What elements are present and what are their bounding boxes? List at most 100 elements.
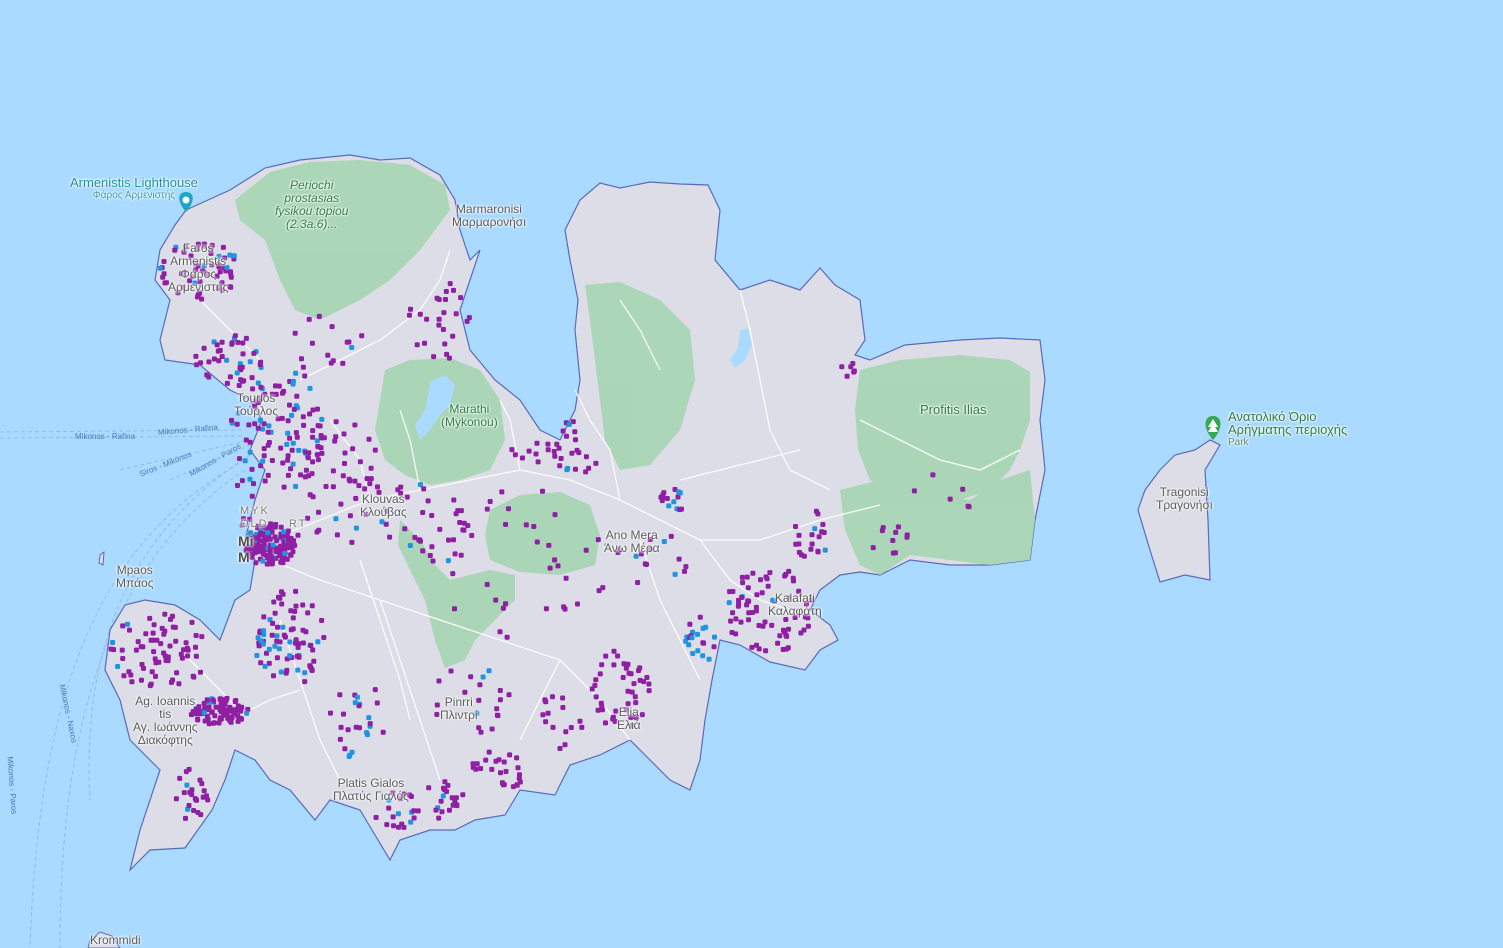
listing-marker[interactable] bbox=[740, 580, 746, 586]
listing-marker[interactable] bbox=[214, 342, 220, 348]
listing-marker[interactable] bbox=[683, 564, 689, 570]
listing-marker[interactable] bbox=[728, 618, 734, 624]
listing-marker[interactable] bbox=[311, 658, 317, 664]
listing-marker[interactable] bbox=[287, 435, 293, 441]
listing-marker[interactable] bbox=[232, 333, 238, 339]
listing-marker[interactable] bbox=[287, 402, 292, 408]
listing-marker-blue[interactable] bbox=[287, 653, 293, 659]
listing-marker[interactable] bbox=[402, 526, 408, 532]
listing-marker-blue[interactable] bbox=[666, 503, 672, 509]
listing-marker[interactable] bbox=[277, 639, 283, 645]
listing-marker[interactable] bbox=[323, 484, 329, 489]
listing-marker[interactable] bbox=[497, 688, 503, 693]
listing-marker[interactable] bbox=[341, 431, 347, 437]
listing-marker[interactable] bbox=[353, 496, 359, 501]
listing-marker-blue[interactable] bbox=[661, 539, 667, 544]
listing-marker[interactable] bbox=[357, 459, 363, 465]
listing-marker[interactable] bbox=[426, 785, 432, 791]
listing-marker-blue[interactable] bbox=[365, 732, 370, 738]
listing-marker[interactable] bbox=[620, 675, 626, 680]
listing-marker[interactable] bbox=[224, 380, 230, 386]
listing-marker[interactable] bbox=[494, 706, 500, 712]
listing-marker-blue[interactable] bbox=[125, 621, 130, 627]
listing-marker[interactable] bbox=[280, 591, 286, 597]
listing-marker[interactable] bbox=[424, 316, 430, 322]
listing-marker[interactable] bbox=[495, 713, 501, 719]
listing-marker[interactable] bbox=[302, 373, 308, 379]
listing-marker[interactable] bbox=[564, 433, 569, 439]
listing-marker[interactable] bbox=[443, 297, 448, 302]
listing-marker[interactable] bbox=[507, 752, 513, 758]
listing-marker-blue[interactable] bbox=[677, 490, 683, 496]
listing-marker[interactable] bbox=[417, 311, 423, 317]
listing-marker[interactable] bbox=[599, 662, 605, 668]
listing-marker[interactable] bbox=[451, 287, 456, 293]
listing-marker[interactable] bbox=[338, 501, 344, 507]
listing-marker-blue[interactable] bbox=[262, 663, 268, 669]
listing-marker[interactable] bbox=[453, 311, 459, 317]
listing-marker[interactable] bbox=[289, 538, 295, 544]
listing-marker-blue[interactable] bbox=[672, 571, 678, 577]
listing-marker[interactable] bbox=[193, 633, 199, 638]
marathi-label[interactable]: Marathi (Mykonou) bbox=[441, 403, 498, 429]
listing-marker[interactable] bbox=[493, 758, 499, 764]
listing-marker[interactable] bbox=[790, 575, 796, 581]
listing-marker[interactable] bbox=[478, 766, 484, 771]
listing-marker[interactable] bbox=[292, 543, 298, 548]
listing-marker[interactable] bbox=[368, 476, 374, 482]
listing-marker[interactable] bbox=[408, 306, 413, 312]
listing-marker[interactable] bbox=[262, 478, 268, 484]
listing-marker-blue[interactable] bbox=[244, 710, 250, 716]
listing-marker[interactable] bbox=[796, 532, 802, 538]
listing-marker[interactable] bbox=[229, 417, 234, 423]
listing-marker[interactable] bbox=[219, 339, 225, 345]
listing-marker-blue[interactable] bbox=[408, 819, 414, 825]
listing-marker-blue[interactable] bbox=[315, 639, 321, 645]
listing-marker-blue[interactable] bbox=[695, 648, 701, 654]
listing-marker[interactable] bbox=[819, 529, 825, 535]
listing-marker-blue[interactable] bbox=[319, 416, 325, 422]
listing-marker[interactable] bbox=[271, 599, 277, 605]
listing-marker[interactable] bbox=[162, 628, 168, 634]
listing-marker[interactable] bbox=[243, 335, 249, 341]
listing-marker[interactable] bbox=[150, 630, 156, 636]
listing-marker[interactable] bbox=[160, 274, 166, 280]
listing-marker[interactable] bbox=[141, 665, 146, 671]
platis-gialos-label[interactable]: Platis Gialos Πλατύς Γιαλός bbox=[333, 777, 409, 803]
listing-marker[interactable] bbox=[453, 795, 459, 801]
listing-marker[interactable] bbox=[334, 532, 340, 538]
listing-marker-blue[interactable] bbox=[272, 643, 278, 649]
listing-marker-blue[interactable] bbox=[564, 467, 570, 473]
listing-marker-blue[interactable] bbox=[284, 441, 290, 447]
listing-marker[interactable] bbox=[677, 507, 683, 513]
listing-marker[interactable] bbox=[309, 340, 315, 346]
listing-marker[interactable] bbox=[162, 611, 168, 617]
listing-marker[interactable] bbox=[198, 360, 204, 366]
listing-marker[interactable] bbox=[384, 822, 390, 828]
listing-marker[interactable] bbox=[374, 700, 380, 706]
listing-marker[interactable] bbox=[460, 792, 466, 798]
listing-marker[interactable] bbox=[342, 746, 348, 752]
listing-marker[interactable] bbox=[759, 590, 765, 596]
listing-marker[interactable] bbox=[458, 508, 464, 514]
listing-marker-blue[interactable] bbox=[822, 547, 828, 553]
listing-marker[interactable] bbox=[300, 640, 306, 646]
elia-label[interactable]: Elia Ελιά bbox=[617, 706, 641, 732]
listing-marker-blue[interactable] bbox=[690, 651, 696, 656]
listing-marker[interactable] bbox=[316, 509, 321, 515]
listing-marker[interactable] bbox=[162, 653, 168, 659]
listing-marker[interactable] bbox=[470, 764, 476, 770]
listing-marker[interactable] bbox=[503, 522, 509, 527]
listing-marker[interactable] bbox=[966, 504, 972, 510]
listing-marker[interactable] bbox=[512, 452, 518, 458]
listing-marker[interactable] bbox=[147, 615, 153, 621]
listing-marker-blue[interactable] bbox=[407, 543, 413, 548]
listing-marker[interactable] bbox=[793, 541, 799, 547]
listing-marker[interactable] bbox=[784, 633, 790, 639]
anatoliko-park-label[interactable]: Ανατολικό Όριο Αρήγματης περιοχής Park bbox=[1228, 410, 1347, 449]
listing-marker[interactable] bbox=[133, 647, 139, 653]
listing-marker[interactable] bbox=[279, 601, 285, 607]
listing-marker[interactable] bbox=[809, 532, 815, 538]
listing-marker[interactable] bbox=[611, 662, 617, 668]
listing-marker[interactable] bbox=[147, 683, 153, 689]
